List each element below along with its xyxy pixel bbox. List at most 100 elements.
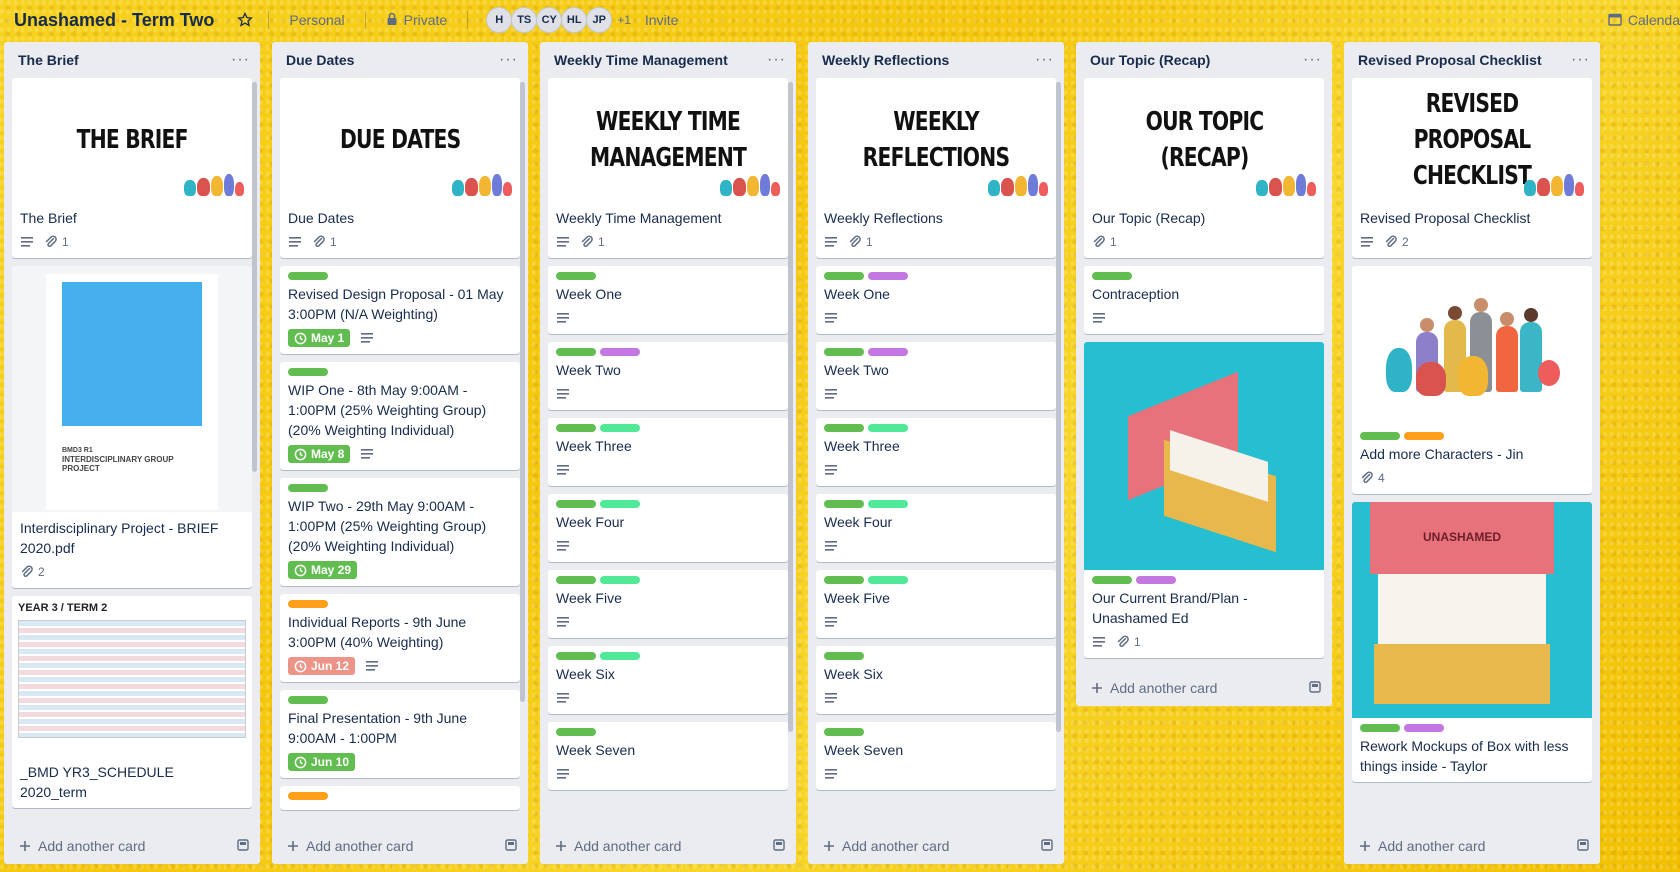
add-card-button[interactable]: Add another card xyxy=(554,838,681,854)
card[interactable]: Week Seven xyxy=(548,722,788,790)
list-menu-icon[interactable]: ··· xyxy=(1303,51,1322,69)
add-card-button[interactable]: Add another card xyxy=(286,838,413,854)
card[interactable]: Week Five xyxy=(816,570,1056,638)
card[interactable]: Revised Design Proposal - 01 May 3:00PM … xyxy=(280,266,520,354)
list-menu-icon[interactable]: ··· xyxy=(1571,51,1590,69)
label-green xyxy=(1092,576,1132,584)
avatar[interactable]: JP xyxy=(586,7,613,33)
list-title[interactable]: Our Topic (Recap) xyxy=(1090,52,1210,68)
card[interactable]: WEEKLY TIME MANAGEMENT Weekly Time Manage… xyxy=(548,78,788,258)
star-icon[interactable] xyxy=(232,7,258,33)
card[interactable]: Individual Reports - 9th June 3:00PM (40… xyxy=(280,594,520,682)
avatar[interactable]: TS xyxy=(511,7,538,33)
list-menu-icon[interactable]: ··· xyxy=(499,51,518,69)
list-menu-icon[interactable]: ··· xyxy=(1035,51,1054,69)
card[interactable]: Add more Characters - Jin 4 xyxy=(1352,266,1592,494)
due-date-badge[interactable]: May 8 xyxy=(288,445,351,463)
list-title[interactable]: Weekly Time Management xyxy=(554,52,728,68)
card[interactable]: DUE DATES Due Dates 1 xyxy=(280,78,520,258)
card[interactable]: Week Two xyxy=(816,342,1056,410)
due-date-badge[interactable]: May 1 xyxy=(288,329,351,347)
list-the-brief: The Brief ··· THE BRIEF The Brief 1 BMD3… xyxy=(4,42,260,864)
card[interactable]: BMD3 R1 INTERDISCIPLINARY GROUP PROJECT I… xyxy=(12,266,252,588)
card-title: Contraception xyxy=(1092,286,1180,302)
card[interactable]: THE BRIEF The Brief 1 xyxy=(12,78,252,258)
more-members[interactable]: +1 xyxy=(617,13,631,27)
card-title: Final Presentation - 9th June 9:00AM - 1… xyxy=(288,710,467,746)
card[interactable]: Week Two xyxy=(548,342,788,410)
card[interactable]: Week Six xyxy=(548,646,788,714)
template-icon[interactable] xyxy=(1308,680,1322,697)
card[interactable]: YEAR 3 / TERM 2 _BMD YR3_SCHEDULE 2020_t… xyxy=(12,596,252,808)
card[interactable]: Final Presentation - 9th June 9:00AM - 1… xyxy=(280,690,520,778)
card[interactable]: Week Three xyxy=(816,418,1056,486)
description-icon xyxy=(824,539,838,553)
invite-button[interactable]: Invite xyxy=(645,12,678,28)
calendar-button[interactable]: Calenda xyxy=(1608,0,1680,40)
personal-button[interactable]: Personal xyxy=(279,8,354,32)
card[interactable]: WIP Two - 29th May 9:00AM - 1:00PM (25% … xyxy=(280,478,520,586)
add-card-button[interactable]: Add another card xyxy=(822,838,949,854)
card[interactable]: REVISED PROPOSAL CHECKLIST Revised Propos… xyxy=(1352,78,1592,258)
avatar[interactable]: HL xyxy=(561,7,588,33)
card[interactable]: Week Six xyxy=(816,646,1056,714)
label-green xyxy=(556,728,596,736)
board-title[interactable]: Unashamed - Term Two xyxy=(14,10,214,31)
box-photo-cover xyxy=(1084,342,1324,570)
template-icon[interactable] xyxy=(1576,838,1590,855)
list-cards: THE BRIEF The Brief 1 BMD3 R1 INTERDISCI… xyxy=(4,78,260,828)
card[interactable]: WEEKLY REFLECTIONS Weekly Reflections 1 xyxy=(816,78,1056,258)
card[interactable]: WIP One - 8th May 9:00AM - 1:00PM (25% W… xyxy=(280,362,520,470)
card[interactable] xyxy=(280,786,520,810)
attachment-count: 1 xyxy=(866,235,873,249)
attachment-count: 4 xyxy=(1378,471,1385,485)
template-icon[interactable] xyxy=(772,838,786,855)
list-title[interactable]: Due Dates xyxy=(286,52,354,68)
label-lime xyxy=(600,500,640,508)
visibility-button[interactable]: Private xyxy=(376,8,458,33)
list-cards: DUE DATES Due Dates 1 Revised Design Pro… xyxy=(272,78,528,828)
due-date-badge[interactable]: Jun 10 xyxy=(288,753,356,771)
label-orange xyxy=(288,600,328,608)
list-title[interactable]: The Brief xyxy=(18,52,79,68)
card[interactable]: UNASHAMED Rework Mockups of Box with les… xyxy=(1352,502,1592,782)
attachment-badge: 1 xyxy=(1116,635,1141,649)
add-card-button[interactable]: Add another card xyxy=(1090,680,1217,696)
due-date-badge[interactable]: Jun 12 xyxy=(288,657,356,675)
card[interactable]: Week One xyxy=(548,266,788,334)
card[interactable]: Week Four xyxy=(548,494,788,562)
template-icon[interactable] xyxy=(1040,838,1054,855)
list-header: Our Topic (Recap) ··· xyxy=(1076,42,1332,78)
label-orange xyxy=(288,792,328,800)
label-green xyxy=(556,424,596,432)
card[interactable]: Week Five xyxy=(548,570,788,638)
card-title: Rework Mockups of Box with less things i… xyxy=(1360,738,1569,774)
add-card-button[interactable]: Add another card xyxy=(18,838,145,854)
card[interactable]: Our Current Brand/Plan - Unashamed Ed 1 xyxy=(1084,342,1324,658)
card-title: WIP Two - 29th May 9:00AM - 1:00PM (25% … xyxy=(288,498,487,554)
cover-text: DUE DATES xyxy=(339,125,461,155)
label-green xyxy=(824,500,864,508)
attachment-badge: 1 xyxy=(44,235,69,249)
list-title[interactable]: Revised Proposal Checklist xyxy=(1358,52,1542,68)
avatar[interactable]: CY xyxy=(536,7,563,33)
avatar[interactable]: H xyxy=(486,7,513,33)
card[interactable]: Week Four xyxy=(816,494,1056,562)
template-icon[interactable] xyxy=(504,838,518,855)
card-cover: WEEKLY REFLECTIONS xyxy=(816,78,1056,202)
card[interactable]: Week Three xyxy=(548,418,788,486)
card[interactable]: Week One xyxy=(816,266,1056,334)
card-title: Revised Design Proposal - 01 May 3:00PM … xyxy=(288,286,504,322)
add-card-button[interactable]: Add another card xyxy=(1358,838,1485,854)
card[interactable]: OUR TOPIC (RECAP) Our Topic (Recap) 1 xyxy=(1084,78,1324,258)
list-menu-icon[interactable]: ··· xyxy=(231,51,250,69)
card[interactable]: Contraception xyxy=(1084,266,1324,334)
list-footer: Add another card xyxy=(808,828,1064,864)
due-date-badge[interactable]: May 29 xyxy=(288,561,358,579)
description-icon xyxy=(556,539,570,553)
card[interactable]: Week Seven xyxy=(816,722,1056,790)
label-orange xyxy=(1404,432,1444,440)
list-title[interactable]: Weekly Reflections xyxy=(822,52,949,68)
list-menu-icon[interactable]: ··· xyxy=(767,51,786,69)
template-icon[interactable] xyxy=(236,838,250,855)
